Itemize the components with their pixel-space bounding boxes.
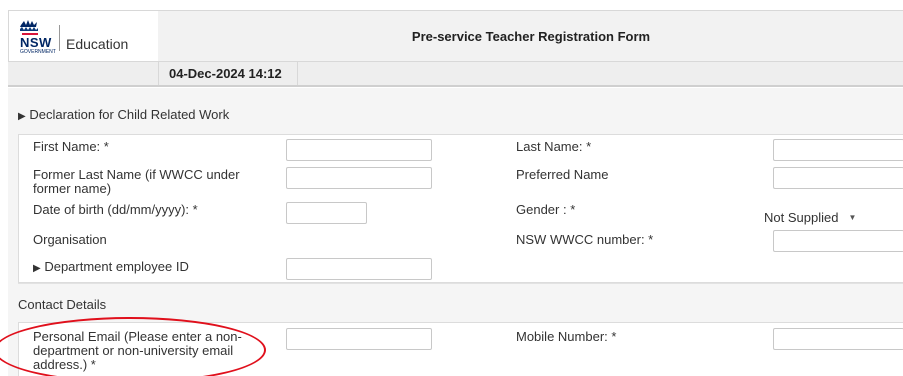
first-name-input[interactable] xyxy=(286,139,432,161)
wwcc-label: NSW WWCC number: * xyxy=(516,232,654,247)
chevron-down-icon: ▼ xyxy=(848,212,857,222)
gender-label: Gender : * xyxy=(516,202,576,217)
education-label: Education xyxy=(66,36,129,52)
form-area: ▶ Declaration for Child Related Work Fir… xyxy=(8,88,903,376)
page-title: Pre-service Teacher Registration Form xyxy=(411,28,651,44)
former-last-name-label: Former Last Name (if WWCC under former n… xyxy=(33,167,240,196)
logo-divider xyxy=(59,25,60,51)
contact-details-card: Personal Email (Please enter a non-depar… xyxy=(18,322,903,376)
mobile-input[interactable] xyxy=(773,328,903,350)
gender-selected-value: Not Supplied xyxy=(764,209,839,225)
dob-label: Date of birth (dd/mm/yyyy): * xyxy=(33,202,198,217)
personal-email-label: Personal Email (Please enter a non-depar… xyxy=(33,329,242,372)
expand-triangle-icon: ▶ xyxy=(18,111,26,122)
first-name-label: First Name: * xyxy=(33,139,109,154)
timestamp: 04-Dec-2024 14:12 xyxy=(158,62,298,85)
mobile-label: Mobile Number: * xyxy=(516,329,617,344)
date-bar: 04-Dec-2024 14:12 xyxy=(8,62,903,87)
gender-select[interactable]: Not Supplied ▼ xyxy=(762,205,870,229)
former-last-name-input[interactable] xyxy=(286,167,432,189)
expand-triangle-icon: ▶ xyxy=(33,263,41,274)
contact-details-label: Contact Details xyxy=(18,297,107,312)
wwcc-input[interactable] xyxy=(773,230,903,252)
nsw-education-logo: NSW GOVERNMENT Education xyxy=(9,11,158,61)
declaration-label: Declaration for Child Related Work xyxy=(29,107,230,122)
last-name-input[interactable] xyxy=(773,139,903,161)
preferred-name-label: Preferred Name xyxy=(516,167,609,182)
nsw-wordmark: NSW xyxy=(20,35,52,50)
dob-input[interactable] xyxy=(286,202,367,224)
personal-email-input[interactable] xyxy=(286,328,432,350)
contact-details-header: Contact Details xyxy=(18,283,903,322)
employee-id-input[interactable] xyxy=(286,258,432,280)
app-header: NSW GOVERNMENT Education Pre-service Tea… xyxy=(8,10,903,62)
employee-id-label: Department employee ID xyxy=(44,259,189,274)
preferred-name-input[interactable] xyxy=(773,167,903,189)
last-name-label: Last Name: * xyxy=(516,139,592,154)
nsw-government-text: GOVERNMENT xyxy=(20,49,56,55)
declaration-toggle[interactable]: ▶ Declaration for Child Related Work xyxy=(18,107,229,122)
organisation-label: Organisation xyxy=(33,232,107,247)
employee-id-toggle[interactable]: ▶ Department employee ID xyxy=(33,260,189,276)
